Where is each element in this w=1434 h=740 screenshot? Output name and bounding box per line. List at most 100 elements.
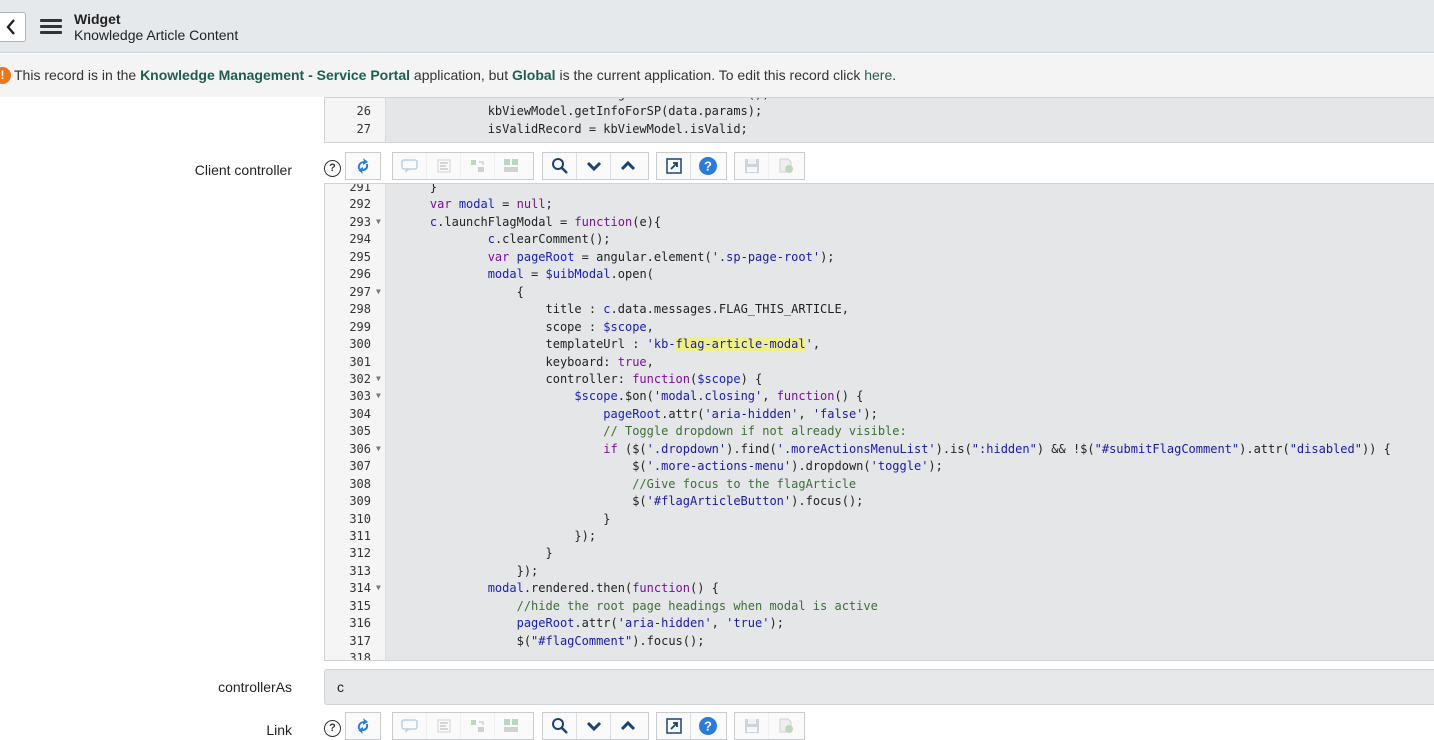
previous-match-button[interactable]: [611, 153, 645, 179]
replace-all-button[interactable]: [495, 153, 529, 179]
editor-toolbar-group: ?: [656, 152, 727, 180]
toggle-syntax-editor-button[interactable]: [346, 153, 380, 179]
line-number: 26: [356, 104, 371, 119]
replace-button[interactable]: [461, 153, 495, 179]
code-text: // Toggle dropdown if not already visibl…: [603, 424, 907, 439]
code-text: pageRoot.attr('aria-hidden', 'true');: [516, 616, 784, 631]
fold-arrow-icon[interactable]: ▼: [376, 387, 381, 404]
fold-arrow-icon[interactable]: ▼: [376, 370, 381, 387]
code-line: 291 }: [325, 184, 1434, 196]
search-button[interactable]: [543, 713, 577, 739]
replace-icon: [469, 718, 487, 734]
code-line: 312 }: [325, 545, 1434, 562]
client-controller-label: Client controller: [194, 162, 292, 178]
code-line: 25 kbViewModel = new global.KBViewModel(…: [325, 98, 1434, 103]
server-script-editor[interactable]: 25 kbViewModel = new global.KBViewModel(…: [324, 97, 1434, 143]
replace-button[interactable]: [461, 713, 495, 739]
comment-selected-code-button[interactable]: [393, 713, 427, 739]
code-line: 298 title : c.data.messages.FLAG_THIS_AR…: [325, 301, 1434, 318]
line-number: 310: [349, 511, 371, 526]
format-code-button[interactable]: [427, 713, 461, 739]
code-text: //hide the root page headings when modal…: [516, 598, 878, 613]
code-text: c.clearComment();: [487, 232, 611, 247]
next-match-icon: [586, 160, 602, 172]
search-button[interactable]: [543, 153, 577, 179]
search-icon: [551, 717, 569, 735]
line-number: 318: [349, 651, 371, 661]
line-number: 293: [349, 214, 371, 229]
current-scope: Global: [512, 67, 556, 83]
menu-icon[interactable]: [40, 19, 62, 35]
code-text: scope : $scope,: [401, 319, 654, 334]
back-button[interactable]: [0, 12, 26, 42]
code-text: var pageRoot = angular.element('.sp-page…: [487, 249, 835, 264]
help-icon: ?: [698, 156, 718, 176]
replace-all-button[interactable]: [495, 713, 529, 739]
code-text: $scope.$on('modal.closing', function() {: [574, 389, 864, 404]
client-controller-editor[interactable]: 291 } 292 var modal = null; 293 ▼ c.launchF…: [324, 183, 1434, 661]
fold-arrow-icon[interactable]: ▼: [376, 213, 381, 230]
scope-warning-banner: ! This record is in the Knowledge Manage…: [0, 54, 1434, 97]
comment-selected-code-icon: [400, 718, 419, 734]
comment-selected-code-button[interactable]: [393, 153, 427, 179]
line-number: 301: [349, 354, 371, 369]
code-line: 294 c.clearComment();: [325, 231, 1434, 248]
format-code-button[interactable]: [427, 153, 461, 179]
line-number: 306: [349, 441, 371, 456]
replace-all-icon: [503, 718, 521, 734]
form-header: Widget Knowledge Article Content: [0, 0, 1434, 53]
code-text: c.launchFlagModal = function(e){: [429, 214, 662, 229]
controller-as-input[interactable]: c: [324, 669, 1434, 705]
fold-arrow-icon[interactable]: ▼: [376, 440, 381, 457]
previous-match-icon: [620, 720, 636, 732]
code-text: isValidRecord = kbViewModel.isValid;: [401, 121, 748, 136]
line-number: 294: [349, 232, 371, 247]
code-line: 309 $('#flagArticleButton').focus();: [325, 493, 1434, 510]
previous-match-button[interactable]: [611, 713, 645, 739]
fold-arrow-icon[interactable]: ▼: [376, 579, 381, 596]
code-text: if ($('.dropdown').find('.moreActionsMen…: [603, 441, 1391, 456]
script-debugger-button[interactable]: [769, 153, 803, 179]
edit-record-link[interactable]: here: [864, 67, 892, 83]
code-line: 300 templateUrl : 'kb-flag-article-modal…: [325, 336, 1434, 353]
replace-all-icon: [503, 158, 521, 174]
field-help-icon[interactable]: ?: [324, 720, 341, 737]
help-button[interactable]: ?: [691, 153, 725, 179]
code-text: kbViewModel = new global.KBViewModel();: [401, 98, 770, 103]
code-text: $("#flagComment").focus();: [401, 633, 705, 648]
help-button[interactable]: ?: [691, 713, 725, 739]
next-match-button[interactable]: [577, 153, 611, 179]
script-debugger-button[interactable]: [769, 713, 803, 739]
line-number: 315: [349, 598, 371, 613]
editor-toolbar-group: [734, 152, 805, 180]
line-number: 308: [349, 476, 371, 491]
save-button[interactable]: [735, 713, 769, 739]
line-number: 312: [349, 546, 371, 561]
code-text: }: [401, 511, 611, 526]
code-line: 27 isValidRecord = kbViewModel.isValid;: [325, 121, 1434, 138]
code-line: 315 //hide the root page headings when m…: [325, 598, 1434, 615]
line-number: 295: [349, 249, 371, 264]
save-button[interactable]: [735, 153, 769, 179]
code-line: 303 ▼ $scope.$on('modal.closing', functio…: [325, 388, 1434, 405]
next-match-button[interactable]: [577, 713, 611, 739]
svg-text:?: ?: [704, 159, 712, 174]
line-number: 27: [356, 121, 371, 136]
line-number: 316: [349, 616, 371, 631]
fullscreen-button[interactable]: [657, 713, 691, 739]
toggle-syntax-editor-icon: [353, 716, 373, 736]
fold-arrow-icon[interactable]: ▼: [376, 283, 381, 300]
code-line: 297 ▼ {: [325, 284, 1434, 301]
save-icon: [744, 158, 760, 174]
code-line: 26 kbViewModel.getInfoForSP(data.params)…: [325, 103, 1434, 120]
code-text: controller: function($scope) {: [401, 371, 763, 386]
save-icon: [744, 718, 760, 734]
help-icon: ?: [698, 716, 718, 736]
code-text: $('.more-actions-menu').dropdown('toggle…: [401, 459, 943, 474]
line-number: 317: [349, 633, 371, 648]
field-help-icon[interactable]: ?: [324, 160, 341, 177]
toggle-syntax-editor-button[interactable]: [346, 713, 380, 739]
link-label: Link: [266, 722, 292, 738]
fullscreen-button[interactable]: [657, 153, 691, 179]
editor-toolbar-group: [392, 712, 534, 740]
